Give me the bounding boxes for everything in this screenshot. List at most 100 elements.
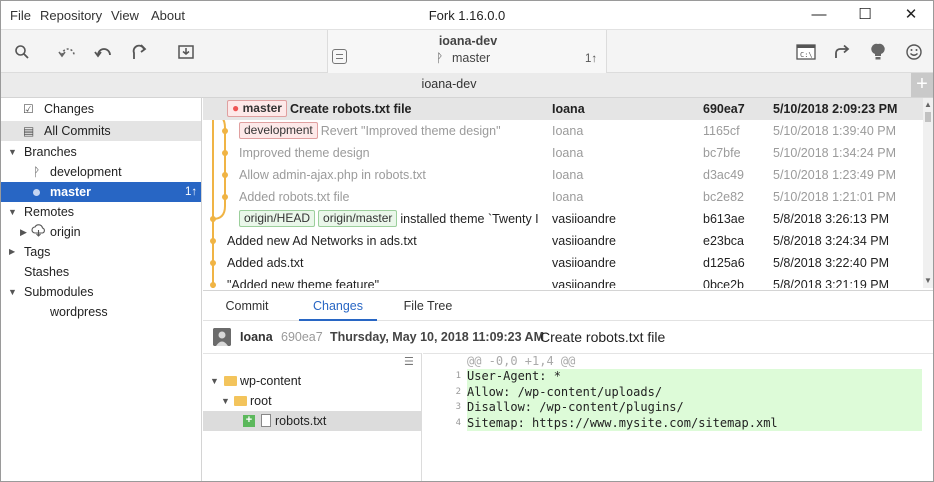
- expand-right-icon[interactable]: ▶: [20, 222, 27, 242]
- scroll-thumb[interactable]: [925, 112, 931, 122]
- scroll-up-icon[interactable]: ▲: [924, 100, 932, 109]
- expand-down-icon[interactable]: ▼: [8, 282, 17, 302]
- changes-icon: ☑: [23, 102, 34, 116]
- repository-branch-selector[interactable]: ioana-dev ᚹ master 1↑: [327, 30, 607, 73]
- submodule-label: wordpress: [50, 305, 108, 319]
- commit-author: Ioana: [552, 168, 584, 182]
- cloud-icon: [31, 223, 46, 243]
- commit-row[interactable]: ● master Create robots.txt file Ioana 690…: [203, 98, 923, 120]
- commit-row[interactable]: Added new Ad Networks in ads.txt vasiioa…: [203, 230, 923, 252]
- commit-row[interactable]: origin/HEAD origin/master installed theme …: [203, 208, 923, 230]
- commit-date: 5/8/2018 3:26:13 PM: [773, 212, 890, 226]
- commit-author: Ioana: [552, 102, 585, 116]
- sidebar-toggle-icon[interactable]: [332, 49, 347, 64]
- folder-icon: [234, 396, 247, 406]
- close-button[interactable]: ✕: [889, 1, 933, 29]
- bulb-icon[interactable]: [865, 39, 891, 65]
- new-tab-button[interactable]: +: [911, 73, 933, 97]
- expand-down-icon[interactable]: ▼: [8, 142, 17, 162]
- pull-icon[interactable]: [91, 39, 117, 65]
- diff-line: User-Agent: *: [467, 369, 561, 383]
- commit-subject: Create robots.txt file: [540, 329, 666, 345]
- sidebar-section-submodules[interactable]: ▼ Submodules: [1, 282, 201, 302]
- added-status-icon: +: [243, 415, 255, 427]
- commit-list-scrollbar[interactable]: ▲ ▼: [923, 98, 933, 288]
- sidebar-section-stashes[interactable]: Stashes: [1, 262, 201, 282]
- scroll-down-icon[interactable]: ▼: [924, 276, 932, 285]
- commit-hash: b613ae: [703, 212, 745, 226]
- tree-item-folder[interactable]: ▼ root: [203, 391, 421, 411]
- search-icon[interactable]: [9, 39, 35, 65]
- share-icon[interactable]: [829, 39, 855, 65]
- commit-row[interactable]: Added ads.txt vasiioandre d125a6 5/8/201…: [203, 252, 923, 274]
- tree-item-file[interactable]: + robots.txt: [203, 411, 421, 431]
- commit-hash: 690ea7: [703, 102, 745, 116]
- sidebar-remote-origin[interactable]: ▶ origin: [1, 222, 201, 242]
- diff-line: Allow: /wp-content/uploads/: [467, 384, 663, 399]
- commit-author: Ioana: [240, 330, 273, 344]
- commit-message: installed theme `Twenty I: [400, 212, 539, 226]
- branch-tag-origin-master[interactable]: origin/master: [318, 210, 398, 227]
- sidebar-section-branches[interactable]: ▼ Branches: [1, 142, 201, 162]
- commit-row[interactable]: Allow admin-ajax.php in robots.txt Ioana…: [203, 164, 923, 186]
- sidebar-item-changes[interactable]: ☑ Changes: [1, 99, 201, 119]
- push-icon[interactable]: [127, 39, 153, 65]
- section-label: Tags: [24, 245, 51, 259]
- commit-message: Create robots.txt file: [289, 102, 412, 116]
- expand-down-icon[interactable]: ▼: [8, 202, 17, 222]
- sidebar-branch-master[interactable]: master 1↑: [1, 182, 201, 202]
- commit-hash: bc7bfe: [703, 146, 741, 160]
- commit-message: Added robots.txt file: [239, 190, 350, 204]
- commit-row[interactable]: development Revert "Improved theme design…: [203, 120, 923, 142]
- smiley-icon[interactable]: [901, 39, 927, 65]
- sidebar-section-remotes[interactable]: ▼ Remotes: [1, 202, 201, 222]
- commit-date: 5/10/2018 1:23:49 PM: [773, 168, 897, 182]
- sidebar-section-tags[interactable]: ▶ Tags: [1, 242, 201, 262]
- terminal-icon[interactable]: C:\: [793, 39, 819, 65]
- tree-item-folder[interactable]: ▼ wp-content: [203, 371, 421, 391]
- fetch-icon[interactable]: [55, 39, 81, 65]
- menu-view[interactable]: View: [111, 8, 139, 23]
- stash-icon[interactable]: [173, 39, 199, 65]
- line-number: 1: [455, 371, 461, 381]
- tree-item-label: robots.txt: [275, 414, 327, 428]
- menu-repository[interactable]: Repository: [40, 8, 102, 23]
- sidebar-submodule-wordpress[interactable]: wordpress: [1, 302, 201, 322]
- tab-commit[interactable]: Commit: [211, 291, 283, 321]
- branch-tag-development[interactable]: development: [239, 122, 318, 139]
- file-icon: [261, 414, 271, 427]
- commit-author: vasiioandre: [552, 278, 616, 288]
- tab-changes[interactable]: Changes: [299, 291, 377, 321]
- branch-tag-master[interactable]: ● master: [227, 100, 287, 117]
- commit-row[interactable]: Improved theme design Ioana bc7bfe 5/10/…: [203, 142, 923, 164]
- branch-tag-origin-head[interactable]: origin/HEAD: [239, 210, 316, 227]
- changed-files-tree: ☰ ▼ wp-content ▼ root + robots.txt: [203, 353, 422, 481]
- menu-file[interactable]: File: [10, 8, 31, 23]
- expand-right-icon[interactable]: ▶: [9, 242, 15, 262]
- branch-icon: ᚹ: [436, 51, 444, 65]
- svg-text:C:\: C:\: [800, 51, 813, 59]
- commit-row[interactable]: "Added new theme feature" vasiioandre 0b…: [203, 274, 923, 288]
- tab-file-tree[interactable]: File Tree: [393, 291, 463, 321]
- list-view-icon[interactable]: ☰: [404, 355, 414, 368]
- diff-hunk-header: @@ -0,0 +1,4 @@: [467, 354, 576, 368]
- sidebar-branch-development[interactable]: ᚹ development: [1, 162, 201, 182]
- commit-hash[interactable]: 690ea7: [281, 330, 323, 344]
- remote-label: origin: [50, 225, 81, 239]
- toolbar: ioana-dev ᚹ master 1↑ C:\: [1, 29, 933, 73]
- minimize-button[interactable]: —: [797, 1, 841, 29]
- commit-hash: d125a6: [703, 256, 745, 270]
- maximize-button[interactable]: ☐: [843, 1, 887, 29]
- commit-author: Ioana: [552, 146, 584, 160]
- sidebar-item-all-commits[interactable]: ▤ All Commits: [1, 121, 201, 141]
- line-number: 4: [455, 417, 461, 428]
- expand-down-icon[interactable]: ▼: [210, 371, 219, 391]
- commit-message: Allow admin-ajax.php in robots.txt: [239, 168, 426, 182]
- detail-tabs: Commit Changes File Tree: [203, 290, 933, 321]
- menu-about[interactable]: About: [151, 8, 185, 23]
- commit-row[interactable]: Added robots.txt file Ioana bc2e82 5/10/…: [203, 186, 923, 208]
- section-label: Stashes: [24, 265, 70, 279]
- expand-down-icon[interactable]: ▼: [221, 391, 230, 411]
- commit-hash: e23bca: [703, 234, 745, 248]
- tab-ioana-dev[interactable]: ioana-dev: [1, 77, 897, 91]
